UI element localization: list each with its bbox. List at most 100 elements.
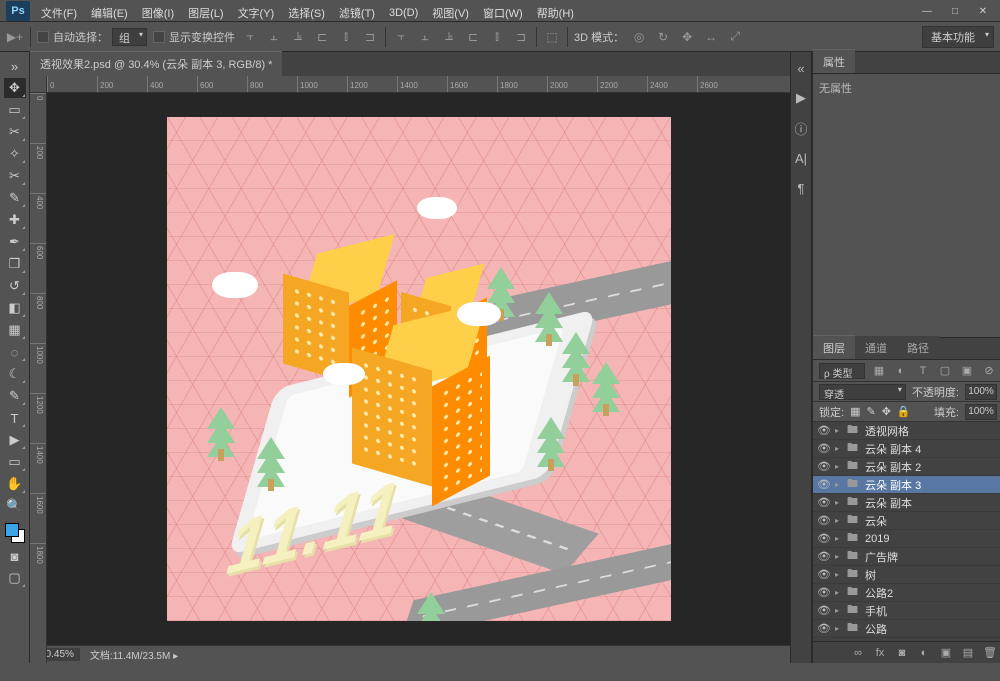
layer-item[interactable]: 👁▸🖿云朵 副本 3: [813, 476, 1000, 494]
filter-adjust-icon[interactable]: ◐: [893, 363, 909, 379]
expand-arrow-icon[interactable]: ▸: [835, 444, 843, 453]
align-left-icon[interactable]: ⊏: [313, 28, 331, 46]
channels-tab[interactable]: 通道: [855, 336, 897, 359]
expand-arrow-icon[interactable]: ▸: [835, 624, 843, 633]
menu-view[interactable]: 视图(V): [426, 3, 475, 23]
3d-orbit-icon[interactable]: ◎: [630, 28, 648, 46]
app-logo[interactable]: Ps: [6, 1, 30, 21]
menu-type[interactable]: 文字(Y): [232, 3, 281, 23]
quick-mask-tool[interactable]: ◙: [4, 546, 26, 566]
layer-item[interactable]: 👁▸🖿云朵 副本 2: [813, 458, 1000, 476]
filter-smart-icon[interactable]: ▣: [959, 363, 975, 379]
pen-tool[interactable]: ✎: [4, 386, 26, 406]
screen-mode-tool[interactable]: ▢: [4, 568, 26, 588]
expand-arrow-icon[interactable]: ▸: [835, 534, 843, 543]
filter-shape-icon[interactable]: ▢: [937, 363, 953, 379]
gradient-tool[interactable]: ▦: [4, 320, 26, 340]
type-tool[interactable]: T: [4, 408, 26, 428]
marquee-tool[interactable]: ▭: [4, 100, 26, 120]
layer-fx-icon[interactable]: fx: [873, 646, 887, 660]
new-layer-icon[interactable]: ▤: [961, 646, 975, 660]
layer-group-icon[interactable]: ▣: [939, 646, 953, 660]
layer-item[interactable]: 👁▸🖿手机: [813, 602, 1000, 620]
menu-filter[interactable]: 滤镜(T): [333, 3, 381, 23]
3d-roll-icon[interactable]: ↻: [654, 28, 672, 46]
zoom-tool[interactable]: 🔍: [4, 496, 26, 516]
opacity-value[interactable]: 100%: [965, 384, 997, 400]
lock-pos-icon[interactable]: ✥: [882, 405, 891, 418]
ruler-horizontal[interactable]: 0200400600800100012001400160018002000220…: [47, 76, 790, 93]
character-icon[interactable]: A|: [791, 148, 811, 168]
visibility-icon[interactable]: 👁: [817, 442, 831, 455]
dodge-tool[interactable]: ☾: [4, 364, 26, 384]
lasso-tool[interactable]: ✂: [4, 122, 26, 142]
auto-select-dropdown[interactable]: 组: [112, 28, 147, 46]
distribute-bottom-icon[interactable]: ⫡: [440, 28, 458, 46]
expand-arrow-icon[interactable]: ▸: [835, 462, 843, 471]
visibility-icon[interactable]: 👁: [817, 550, 831, 563]
layer-item[interactable]: 👁▸🖿2019: [813, 530, 1000, 548]
filter-toggle-icon[interactable]: ⊘: [981, 363, 997, 379]
ruler-vertical[interactable]: 020040060080010001200140016001800: [30, 93, 47, 663]
align-vcenter-icon[interactable]: ⫠: [265, 28, 283, 46]
menu-layer[interactable]: 图层(L): [182, 3, 229, 23]
visibility-icon[interactable]: 👁: [817, 622, 831, 635]
workspace-switcher[interactable]: 基本功能: [922, 26, 994, 48]
layer-item[interactable]: 👁▸🖿广告牌: [813, 548, 1000, 566]
distribute-vcenter-icon[interactable]: ⫠: [416, 28, 434, 46]
distribute-left-icon[interactable]: ⊏: [464, 28, 482, 46]
layer-item[interactable]: 👁▸🖿公路2: [813, 584, 1000, 602]
auto-select-checkbox[interactable]: [37, 31, 49, 43]
hand-tool[interactable]: ✋: [4, 474, 26, 494]
expand-arrow-icon[interactable]: ▸: [835, 498, 843, 507]
3d-scale-icon[interactable]: ⤢: [726, 28, 744, 46]
lock-image-icon[interactable]: ✎: [866, 405, 875, 418]
visibility-icon[interactable]: 👁: [817, 568, 831, 581]
layer-item[interactable]: 👁▸🖿透视网格: [813, 422, 1000, 440]
layer-item[interactable]: 👁▸🖿云朵 副本 4: [813, 440, 1000, 458]
expand-arrow-icon[interactable]: ▸: [835, 516, 843, 525]
show-transform-checkbox[interactable]: [153, 31, 165, 43]
3d-slide-icon[interactable]: ↔: [702, 28, 720, 46]
paths-tab[interactable]: 路径: [897, 336, 939, 359]
eraser-tool[interactable]: ◧: [4, 298, 26, 318]
healing-tool[interactable]: ✚: [4, 210, 26, 230]
visibility-icon[interactable]: 👁: [817, 604, 831, 617]
window-minimize[interactable]: —: [915, 3, 939, 19]
lock-trans-icon[interactable]: ▦: [850, 405, 860, 418]
menu-file[interactable]: 文件(F): [35, 3, 83, 23]
info-icon[interactable]: ⓘ: [791, 118, 811, 138]
lock-all-icon[interactable]: 🔒: [897, 405, 911, 418]
menu-window[interactable]: 窗口(W): [477, 3, 529, 23]
align-hcenter-icon[interactable]: ⫾: [337, 28, 355, 46]
visibility-icon[interactable]: 👁: [817, 460, 831, 473]
properties-tab[interactable]: 属性: [813, 49, 855, 73]
visibility-icon[interactable]: 👁: [817, 586, 831, 599]
expand-arrow-icon[interactable]: ▸: [835, 480, 843, 489]
3d-pan-icon[interactable]: ✥: [678, 28, 696, 46]
fill-value[interactable]: 100%: [965, 404, 997, 420]
blend-mode-dropdown[interactable]: 穿透: [819, 384, 906, 400]
history-brush-tool[interactable]: ↺: [4, 276, 26, 296]
layer-mask-icon[interactable]: ◙: [895, 646, 909, 660]
link-layers-icon[interactable]: ∞: [851, 646, 865, 660]
crop-tool[interactable]: ✂: [4, 166, 26, 186]
adjustment-layer-icon[interactable]: ◐: [917, 646, 931, 660]
expand-arrow-icon[interactable]: ▸: [835, 588, 843, 597]
visibility-icon[interactable]: 👁: [817, 478, 831, 491]
window-maximize[interactable]: □: [943, 3, 967, 19]
document-tab[interactable]: 透视效果2.psd @ 30.4% (云朵 副本 3, RGB/8) *: [30, 51, 282, 76]
layer-item[interactable]: 👁▸🖿树: [813, 566, 1000, 584]
align-right-icon[interactable]: ⊐: [361, 28, 379, 46]
layer-filter-kind[interactable]: ρ 类型: [819, 363, 865, 379]
blur-tool[interactable]: ◌: [4, 342, 26, 362]
distribute-top-icon[interactable]: ⫟: [392, 28, 410, 46]
paragraph-icon[interactable]: ¶: [791, 178, 811, 198]
window-close[interactable]: ✕: [971, 3, 995, 19]
stamp-tool[interactable]: ❐: [4, 254, 26, 274]
menu-select[interactable]: 选择(S): [282, 3, 331, 23]
visibility-icon[interactable]: 👁: [817, 514, 831, 527]
expand-arrow-icon[interactable]: ▸: [835, 570, 843, 579]
align-top-icon[interactable]: ⫟: [241, 28, 259, 46]
collapse-arrows-icon[interactable]: »: [4, 56, 26, 76]
